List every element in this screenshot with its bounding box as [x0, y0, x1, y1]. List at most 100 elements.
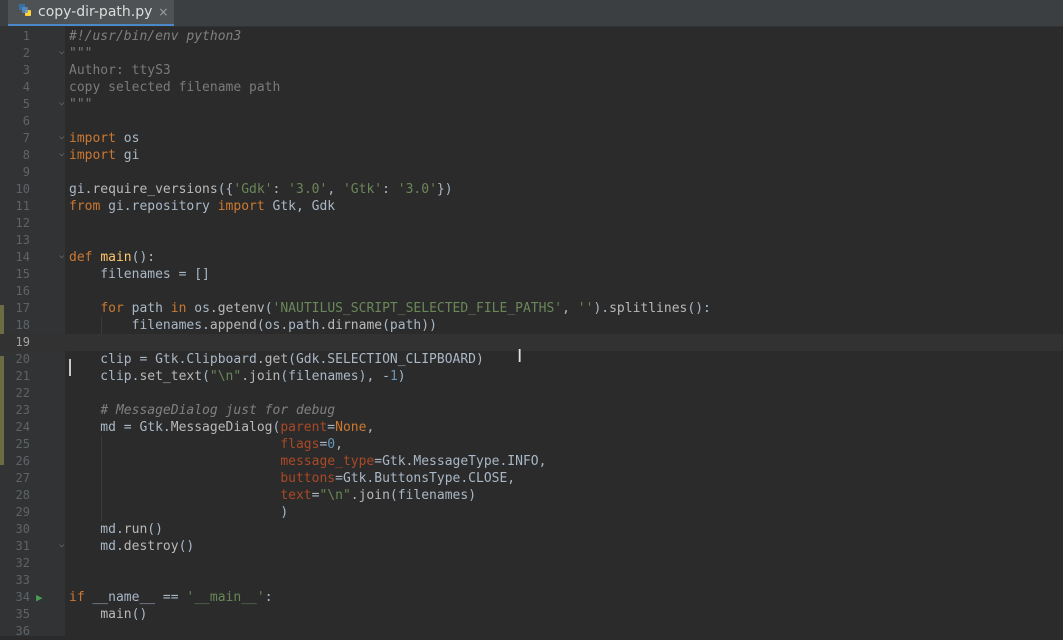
code-token: 0: [327, 437, 336, 452]
line-code: md.destroy(): [69, 538, 194, 555]
code-token: filenames.: [69, 318, 210, 333]
code-line[interactable]: 8 ⌵ import gi: [0, 147, 1063, 164]
code-line[interactable]: 28 text="\n".join(filenames): [0, 487, 1063, 504]
line-code: # MessageDialog just for debug: [69, 402, 335, 419]
line-number: 31: [15, 539, 30, 553]
code-token: join: [249, 369, 281, 384]
line-code: clip = Gtk.Clipboard.get(Gdk.SELECTION_C…: [69, 351, 484, 368]
code-line[interactable]: 29 ): [0, 504, 1063, 521]
code-token: join: [358, 488, 390, 503]
close-icon[interactable]: ×: [158, 5, 168, 19]
code-line[interactable]: 31 ⌵ md.destroy(): [0, 538, 1063, 555]
code-token: flags: [280, 437, 320, 452]
code-token: 'Gdk': [233, 182, 273, 197]
code-line[interactable]: 26 message_type=Gtk.MessageType.INFO,: [0, 453, 1063, 470]
code-editor[interactable]: 1 #!/usr/bin/env python3 2 ⌵ """ 3 Author: tty…: [0, 26, 1063, 638]
code-line[interactable]: 13: [0, 232, 1063, 249]
code-token: '3.0': [397, 182, 437, 197]
code-line[interactable]: 30 md.run(): [0, 521, 1063, 538]
code-token: if: [69, 590, 85, 605]
code-token: (filenames), -: [280, 369, 390, 384]
code-token: MessageDialog: [170, 420, 273, 435]
fold-marker-icon[interactable]: ⌵: [59, 252, 66, 261]
line-number: 26: [15, 454, 30, 468]
fold-marker-icon[interactable]: ⌵: [59, 99, 66, 108]
code-line[interactable]: 11 from gi.repository import Gtk, Gdk: [0, 198, 1063, 215]
code-line[interactable]: 10 gi.require_versions({'Gdk': '3.0', 'Gt…: [0, 181, 1063, 198]
code-line[interactable]: 16: [0, 283, 1063, 300]
code-line[interactable]: 3 Author: ttyS3: [0, 62, 1063, 79]
code-token: ,: [562, 301, 578, 316]
code-line[interactable]: 34 ▶ if __name__ == '__main__':: [0, 589, 1063, 606]
code-token: splitlines: [609, 301, 688, 316]
code-token: (): [147, 522, 163, 537]
code-line[interactable]: 27 buttons=Gtk.ButtonsType.CLOSE,: [0, 470, 1063, 487]
code-token: require_versions: [92, 182, 218, 197]
fold-marker-icon[interactable]: ⌵: [59, 133, 66, 142]
code-line[interactable]: 32: [0, 555, 1063, 572]
fold-marker-icon[interactable]: ⌵: [59, 150, 66, 159]
code-line[interactable]: 1 #!/usr/bin/env python3: [0, 28, 1063, 45]
line-number: 35: [15, 607, 30, 621]
code-token: #!/usr/bin/env python3: [69, 29, 242, 44]
code-line[interactable]: 23 # MessageDialog just for debug: [0, 402, 1063, 419]
code-line[interactable]: 21 clip.set_text("\n".join(filenames), -…: [0, 368, 1063, 385]
code-line[interactable]: 14 ⌵ def main():: [0, 249, 1063, 266]
code-line[interactable]: 20 clip = Gtk.Clipboard.get(Gdk.SELECTIO…: [0, 351, 1063, 368]
code-token: destroy: [123, 539, 179, 554]
code-token: gi.repository: [100, 199, 218, 214]
run-gutter-icon[interactable]: ▶: [36, 591, 43, 604]
code-line[interactable]: 12: [0, 215, 1063, 232]
code-token: copy selected filename path: [69, 80, 281, 95]
code-line[interactable]: 18 filenames.append(os.path.dirname(path…: [0, 317, 1063, 334]
code-line[interactable]: 2 ⌵ """: [0, 45, 1063, 62]
line-number: 2: [22, 46, 30, 60]
code-token: text: [280, 488, 312, 503]
code-line[interactable]: 4 copy selected filename path: [0, 79, 1063, 96]
code-line[interactable]: 22: [0, 385, 1063, 402]
file-tab[interactable]: copy-dir-path.py ×: [8, 0, 175, 26]
fold-marker-icon[interactable]: ⌵: [59, 48, 66, 57]
line-code: copy selected filename path: [69, 79, 280, 96]
line-code: gi.require_versions({'Gdk': '3.0', 'Gtk'…: [69, 181, 453, 198]
code-token: ():: [131, 250, 156, 265]
code-token: 1: [389, 369, 398, 384]
code-line[interactable]: 24 md = Gtk.MessageDialog(parent=None,: [0, 419, 1063, 436]
code-token: def: [69, 250, 93, 265]
code-line[interactable]: 19: [0, 334, 1063, 351]
code-line[interactable]: 35 main(): [0, 606, 1063, 623]
code-line[interactable]: 7 ⌵ import os: [0, 130, 1063, 147]
line-number: 18: [15, 318, 30, 332]
code-token: ): [397, 369, 406, 384]
code-token: (: [264, 301, 273, 316]
code-token: main: [100, 250, 132, 265]
fold-marker-icon[interactable]: ⌵: [59, 541, 66, 550]
line-number: 25: [15, 437, 30, 451]
line-code: ): [69, 504, 288, 521]
line-number: 15: [15, 267, 30, 281]
code-token: =Gtk.ButtonsType.CLOSE,: [335, 471, 516, 486]
code-line[interactable]: 15 filenames = []: [0, 266, 1063, 283]
line-number: 28: [15, 488, 30, 502]
line-code: message_type=Gtk.MessageType.INFO,: [69, 453, 546, 470]
line-number: 9: [22, 165, 30, 179]
code-line[interactable]: 9: [0, 164, 1063, 181]
line-number: 7: [22, 131, 30, 145]
code-line[interactable]: 5 ⌵ """: [0, 96, 1063, 113]
code-token: append: [209, 318, 257, 333]
code-line[interactable]: 25 flags=0,: [0, 436, 1063, 453]
code-token: import: [217, 199, 265, 214]
line-code: def main():: [69, 249, 155, 266]
code-token: '__main__': [186, 590, 265, 605]
code-line[interactable]: 33: [0, 572, 1063, 589]
code-line[interactable]: 36: [0, 623, 1063, 640]
code-line[interactable]: 17 for path in os.getenv('NAUTILUS_SCRIP…: [0, 300, 1063, 317]
code-token: os: [115, 131, 140, 146]
code-line[interactable]: 6: [0, 113, 1063, 130]
code-token: 'Gtk': [342, 182, 383, 197]
line-number: 34: [15, 590, 30, 604]
code-token: ,: [327, 182, 343, 197]
